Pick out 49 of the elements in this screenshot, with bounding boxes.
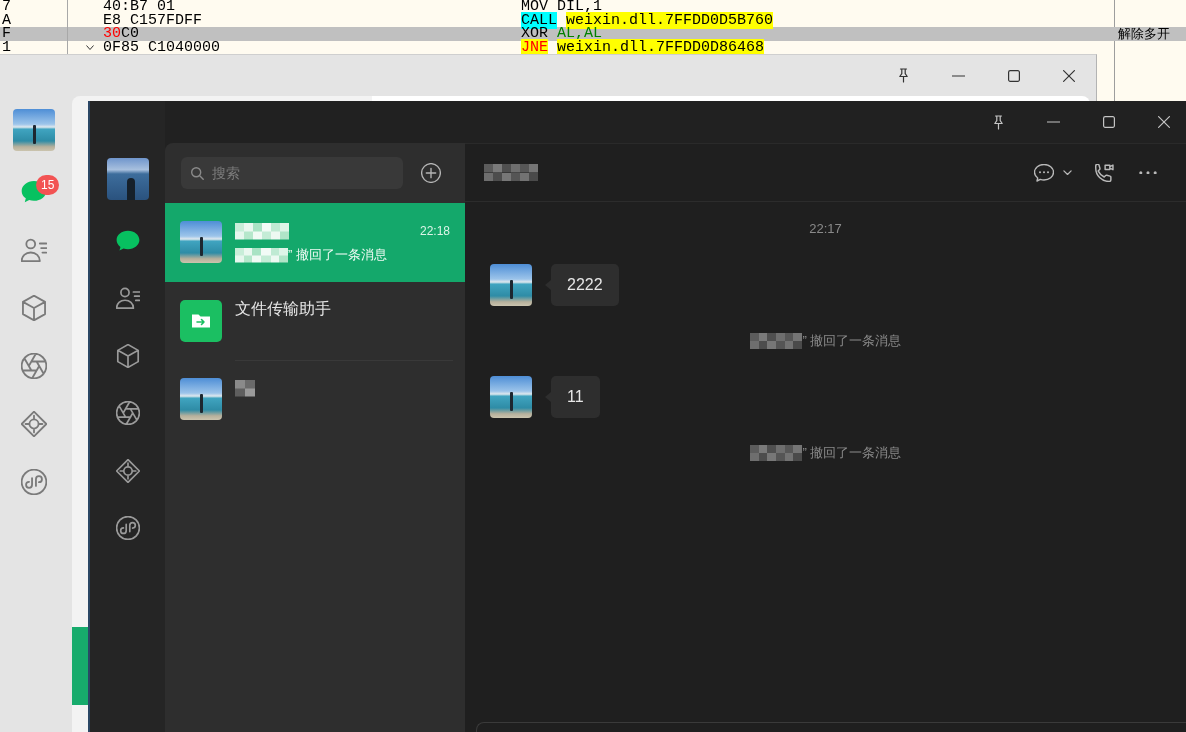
message-bubble: 2222 (545, 264, 619, 306)
hex-bytes: 0F85 C1040000 (103, 40, 221, 54)
timestamp-text: 22:17 (809, 221, 842, 236)
folder-icon (180, 299, 222, 342)
avatar-image[interactable] (106, 158, 149, 200)
disassembly-row[interactable]: 7 40:B7 01 MOV DIL,1 (0, 0, 1186, 14)
hex-bytes: E8 C157FDFF (103, 13, 203, 27)
address-digit: A (2, 13, 11, 27)
aperture-icon[interactable] (21, 353, 47, 379)
diamond-icon[interactable] (21, 411, 47, 437)
comment-text: 解除多开 (1118, 27, 1170, 41)
more-icon[interactable] (1139, 170, 1157, 175)
avatar-image[interactable] (490, 264, 532, 306)
unread-badge: 15 (36, 175, 60, 195)
minimize-icon[interactable] (952, 74, 965, 77)
phone-icon[interactable] (1095, 163, 1114, 182)
cube-icon[interactable] (21, 295, 47, 321)
chat-bubble-icon[interactable] (115, 228, 140, 253)
diamond-icon[interactable] (115, 458, 140, 483)
disassembly-row[interactable]: F 30C0 XOR AL,AL 解除多开 (0, 27, 1186, 41)
cube-icon[interactable] (115, 343, 140, 368)
search-field[interactable]: 搜索 (181, 157, 403, 189)
person-lines-icon[interactable] (21, 237, 47, 263)
avatar-image (180, 378, 222, 420)
caret-icon[interactable] (1063, 169, 1072, 176)
message-input-field[interactable] (476, 722, 1186, 732)
pin-icon[interactable] (899, 68, 908, 83)
instruction-text: XOR AL,AL (521, 27, 603, 41)
address-digit: F (2, 27, 11, 41)
address-digit: 7 (2, 0, 11, 14)
avatar-image[interactable] (490, 376, 532, 418)
hex-bytes: 40:B7 01 (103, 0, 175, 14)
address-digit: 1 (2, 40, 11, 54)
message-preview: ” 撤回了一条消息 (288, 246, 387, 264)
close-icon[interactable] (1062, 69, 1075, 82)
message-bubble: 11 (545, 376, 600, 418)
instruction-text: CALL weixin.dll.7FFDD0D5B760 (521, 13, 774, 27)
chat-name: 文件传输助手 (235, 299, 331, 319)
avatar-image[interactable] (13, 109, 55, 151)
maximize-icon[interactable] (1007, 69, 1020, 82)
instruction-text: MOV DIL,1 (521, 0, 603, 14)
aperture-icon[interactable] (115, 401, 140, 426)
chat-list-item[interactable]: 文件传输助手 (165, 281, 465, 360)
person-lines-icon[interactable] (115, 286, 140, 311)
speech-bubble-icon[interactable] (1034, 163, 1054, 182)
time-text: 22:18 (419, 224, 450, 238)
search-icon (191, 166, 204, 180)
hex-bytes: 30C0 (103, 27, 140, 41)
avatar-image (180, 221, 222, 263)
